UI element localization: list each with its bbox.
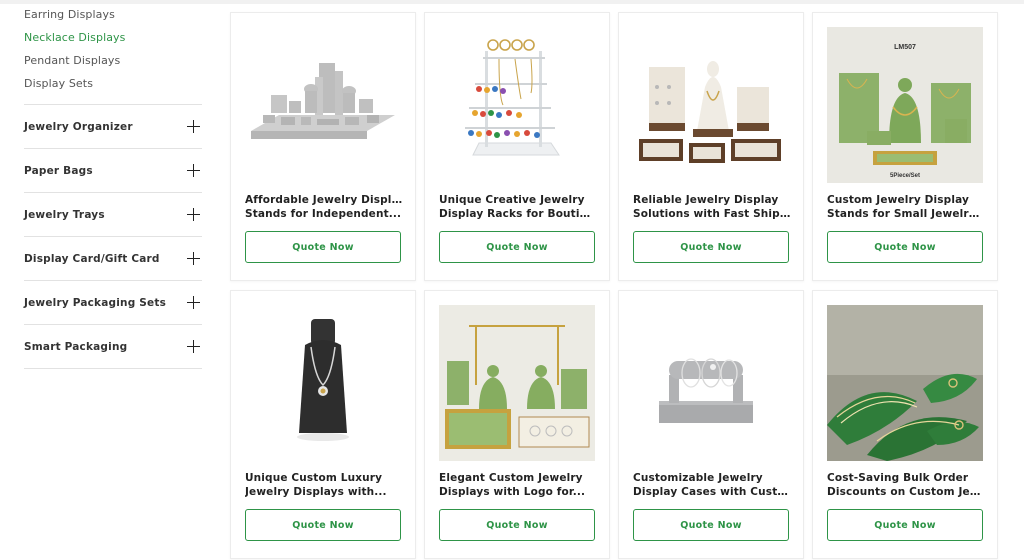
subcategory-pendant-displays[interactable]: Pendant Displays [24, 49, 202, 72]
product-title-line: Solutions with Fast Shippin... [633, 208, 791, 220]
quote-now-button[interactable]: Quote Now [633, 509, 789, 541]
product-image-black-necklace-bust[interactable] [245, 305, 401, 461]
product-title-line: Discounts on Custom Jewel... [827, 486, 985, 498]
category-label: Display Card/Gift Card [24, 252, 160, 265]
product-image-green-display-set[interactable]: LM507 5Piece/Set [827, 27, 983, 183]
plus-icon[interactable] [187, 340, 200, 353]
product-title[interactable]: Customizable Jewelry Display Cases with … [633, 471, 791, 499]
subcategory-necklace-displays[interactable]: Necklace Displays [24, 26, 202, 49]
category-label: Jewelry Packaging Sets [24, 296, 167, 309]
product-title-line: Cost-Saving Bulk Order [827, 472, 969, 484]
product-card[interactable]: Reliable Jewelry Display Solutions with … [618, 12, 804, 281]
product-title[interactable]: Cost-Saving Bulk Order Discounts on Cust… [827, 471, 985, 499]
plus-icon[interactable] [187, 296, 200, 309]
product-image-green-leaf-ring-holders[interactable] [827, 305, 983, 461]
product-image-acrylic-earring-rack[interactable] [439, 27, 595, 183]
product-title[interactable]: Reliable Jewelry Display Solutions with … [633, 193, 791, 221]
category-label: Jewelry Trays [24, 208, 105, 221]
product-title-line: Displays with Logo for... [439, 486, 586, 498]
image-model-label: LM507 [894, 44, 916, 51]
quote-now-button[interactable]: Quote Now [245, 231, 401, 263]
category-label: Jewelry Organizer [24, 120, 133, 133]
product-title-line: Elegant Custom Jewelry [439, 472, 583, 484]
product-card[interactable]: Unique Custom Luxury Jewelry Displays wi… [230, 290, 416, 559]
product-title-line: Unique Custom Luxury [245, 472, 383, 484]
quote-now-button[interactable]: Quote Now [245, 509, 401, 541]
product-title-line: Display Cases with Custom... [633, 486, 791, 498]
quote-now-button[interactable]: Quote Now [439, 509, 595, 541]
product-title-line: Unique Creative Jewelry [439, 194, 585, 206]
product-card[interactable]: Cost-Saving Bulk Order Discounts on Cust… [812, 290, 998, 559]
plus-icon[interactable] [187, 164, 200, 177]
product-title[interactable]: Affordable Jewelry Display Stands for In… [245, 193, 403, 221]
plus-icon[interactable] [187, 208, 200, 221]
product-card[interactable]: Customizable Jewelry Display Cases with … [618, 290, 804, 559]
category-label: Smart Packaging [24, 340, 128, 353]
category-jewelry-packaging-sets[interactable]: Jewelry Packaging Sets [24, 281, 202, 325]
product-image-walnut-display-set[interactable] [633, 27, 789, 183]
product-title-line: Stands for Small Jewelry... [827, 208, 985, 220]
product-title-line: Stands for Independent... [245, 208, 402, 220]
category-jewelry-trays[interactable]: Jewelry Trays [24, 193, 202, 237]
product-title[interactable]: Custom Jewelry Display Stands for Small … [827, 193, 985, 221]
product-title-line: Affordable Jewelry Display [245, 194, 403, 206]
product-card[interactable]: Affordable Jewelry Display Stands for In… [230, 12, 416, 281]
product-card[interactable]: LM507 5Piece/Set Custom Jewelry Display … [812, 12, 998, 281]
product-title[interactable]: Unique Creative Jewelry Display Racks fo… [439, 193, 597, 221]
plus-icon[interactable] [187, 120, 200, 133]
product-title-line: Reliable Jewelry Display [633, 194, 779, 206]
product-image-grey-velvet-display[interactable] [245, 27, 401, 183]
quote-now-button[interactable]: Quote Now [439, 231, 595, 263]
plus-icon[interactable] [187, 252, 200, 265]
product-card[interactable]: Elegant Custom Jewelry Displays with Log… [424, 290, 610, 559]
category-paper-bags[interactable]: Paper Bags [24, 149, 202, 193]
product-title[interactable]: Unique Custom Luxury Jewelry Displays wi… [245, 471, 403, 499]
category-jewelry-organizer[interactable]: Jewelry Organizer [24, 105, 202, 149]
product-image-green-bust-display-set[interactable] [439, 305, 595, 461]
category-smart-packaging[interactable]: Smart Packaging [24, 325, 202, 369]
product-title-line: Customizable Jewelry [633, 472, 763, 484]
product-title-line: Display Racks for Boutique... [439, 208, 597, 220]
quote-now-button[interactable]: Quote Now [827, 509, 983, 541]
category-sidebar: Earring Displays Necklace Displays Penda… [24, 0, 202, 369]
product-title-line: Custom Jewelry Display [827, 194, 969, 206]
quote-now-button[interactable]: Quote Now [633, 231, 789, 263]
product-title[interactable]: Elegant Custom Jewelry Displays with Log… [439, 471, 597, 499]
category-label: Paper Bags [24, 164, 93, 177]
subcategory-list: Earring Displays Necklace Displays Penda… [24, 0, 202, 105]
product-title-line: Jewelry Displays with... [245, 486, 387, 498]
product-image-grey-bracelet-bar[interactable] [633, 305, 789, 461]
quote-now-button[interactable]: Quote Now [827, 231, 983, 263]
subcategory-earring-displays[interactable]: Earring Displays [24, 3, 202, 26]
image-set-label: 5Piece/Set [890, 173, 920, 179]
category-display-card-gift-card[interactable]: Display Card/Gift Card [24, 237, 202, 281]
product-card[interactable]: Unique Creative Jewelry Display Racks fo… [424, 12, 610, 281]
subcategory-display-sets[interactable]: Display Sets [24, 72, 202, 95]
